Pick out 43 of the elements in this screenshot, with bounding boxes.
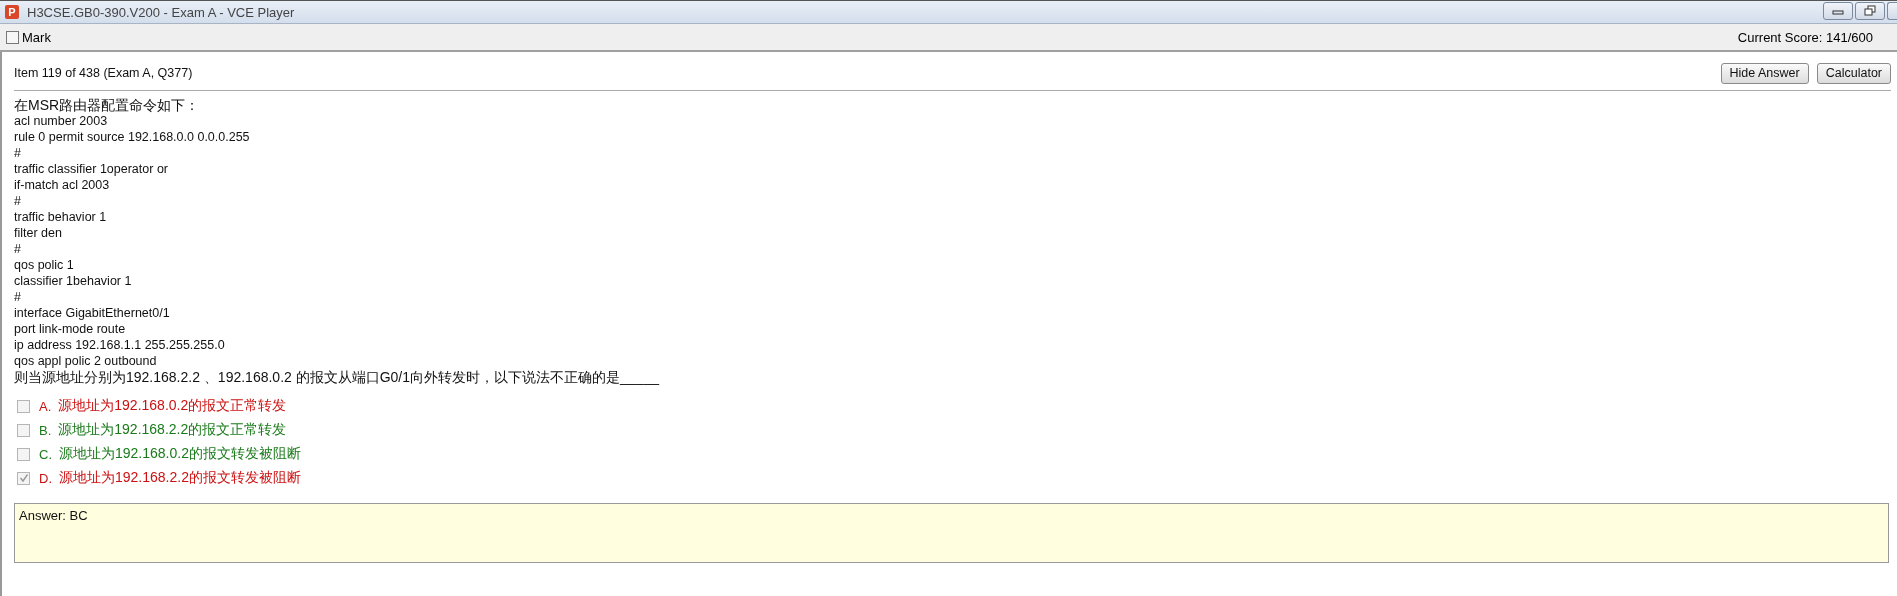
config-line: classifier 1behavior 1 bbox=[14, 273, 133, 289]
question-intro: 在MSR路由器配置命令如下： bbox=[14, 97, 201, 113]
config-line: ip address 192.168.1.1 255.255.255.0 bbox=[14, 337, 226, 353]
option-checkbox[interactable] bbox=[17, 423, 30, 437]
option-letter: C. bbox=[39, 446, 52, 462]
minimize-button[interactable] bbox=[1823, 2, 1853, 20]
config-line: traffic classifier 1operator or bbox=[14, 161, 169, 177]
config-line: port link-mode route bbox=[14, 321, 127, 337]
option-text[interactable]: 源地址为192.168.0.2的报文转发被阻断 bbox=[59, 445, 301, 463]
current-score: Current Score: 141/600 bbox=[1737, 29, 1873, 45]
window-title: H3CSE.GB0-390.V200 - Exam A - VCE Player bbox=[27, 4, 296, 20]
config-line: # bbox=[14, 193, 22, 209]
option-checkbox[interactable] bbox=[17, 447, 30, 461]
config-line: filter den bbox=[14, 225, 63, 241]
config-line: traffic behavior 1 bbox=[14, 209, 108, 225]
calculator-button[interactable]: Calculator bbox=[1816, 62, 1891, 84]
hide-answer-button[interactable]: Hide Answer bbox=[1720, 62, 1809, 84]
config-line: interface GigabitEthernet0/1 bbox=[14, 305, 171, 321]
option-letter: B. bbox=[39, 422, 52, 438]
question-text: 则当源地址分别为192.168.2.2 、192.168.0.2 的报文从端口G0/1向外转发时，以下说法不正确的是_____ bbox=[14, 369, 661, 385]
answer-text: Answer: BC bbox=[19, 508, 88, 523]
option-text[interactable]: 源地址为192.168.2.2的报文正常转发 bbox=[58, 421, 287, 439]
option-text[interactable]: 源地址为192.168.2.2的报文转发被阻断 bbox=[59, 469, 301, 487]
option-checkbox[interactable] bbox=[17, 471, 30, 485]
mark-label[interactable]: Mark bbox=[22, 29, 51, 45]
restore-button[interactable] bbox=[1855, 2, 1885, 20]
config-line: acl number 2003 bbox=[14, 113, 109, 129]
config-line: if-match acl 2003 bbox=[14, 177, 111, 193]
app-icon: P bbox=[5, 5, 19, 19]
config-line: # bbox=[14, 145, 22, 161]
option-text[interactable]: 源地址为192.168.0.2的报文正常转发 bbox=[58, 397, 287, 415]
config-line: qos polic 1 bbox=[14, 257, 75, 273]
close-button[interactable] bbox=[1887, 2, 1897, 20]
config-line: qos appl polic 2 outbound bbox=[14, 353, 158, 369]
mark-checkbox[interactable] bbox=[6, 30, 19, 44]
option-checkbox[interactable] bbox=[17, 399, 30, 413]
config-line: # bbox=[14, 289, 22, 305]
restore-icon bbox=[1863, 5, 1877, 17]
option-letter: A. bbox=[39, 398, 52, 414]
item-label: Item 119 of 438 (Exam A, Q377) bbox=[14, 66, 193, 80]
config-line: rule 0 permit source 192.168.0.0 0.0.0.255 bbox=[14, 129, 251, 145]
config-line: # bbox=[14, 241, 22, 257]
option-letter: D. bbox=[39, 470, 52, 486]
